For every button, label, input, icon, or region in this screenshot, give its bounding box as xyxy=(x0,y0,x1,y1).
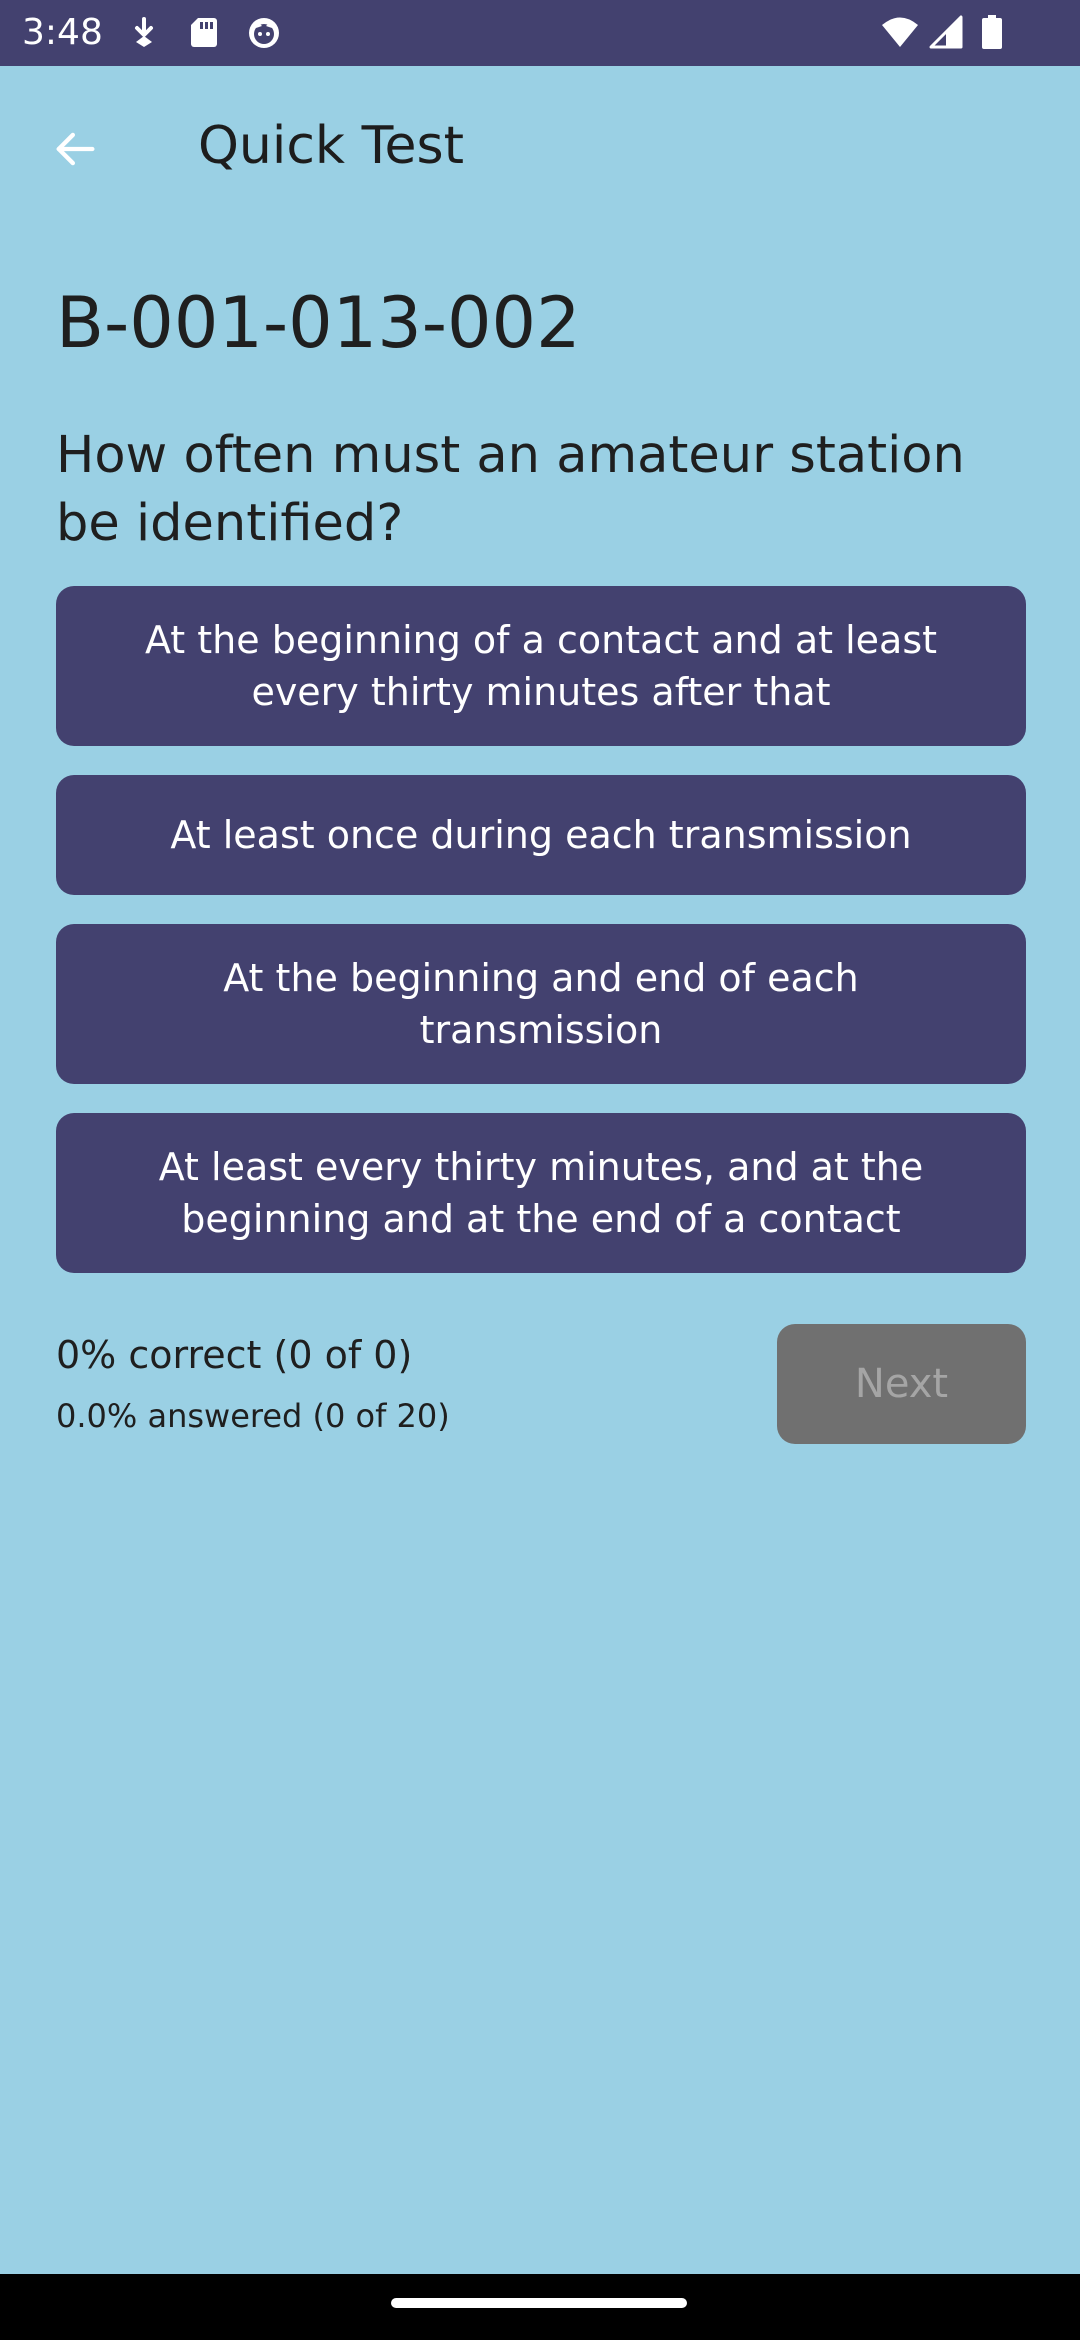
question-text: How often must an amateur station be ide… xyxy=(56,426,965,553)
battery-icon xyxy=(982,15,1002,49)
wifi-icon xyxy=(882,17,918,47)
app-bar: Quick Test xyxy=(0,66,1080,226)
correct-progress-text: 0% correct (0 of 0) xyxy=(56,1333,413,1377)
answer-button-1[interactable]: At the beginning of a contact and at lea… xyxy=(56,586,1026,746)
answered-progress-text: 0.0% answered (0 of 20) xyxy=(56,1397,450,1435)
question-id: B-001-013-002 xyxy=(56,282,581,364)
signal-icon xyxy=(929,15,963,49)
status-time: 3:48 xyxy=(22,12,103,53)
status-bar: 3:48 xyxy=(0,0,1080,66)
home-handle[interactable] xyxy=(391,2298,687,2308)
answer-list: At the beginning of a contact and at lea… xyxy=(56,586,1026,1302)
page-title: Quick Test xyxy=(198,116,464,176)
cat-face-icon xyxy=(249,18,279,48)
next-button[interactable]: Next xyxy=(777,1324,1026,1444)
download-icon xyxy=(135,17,153,47)
arrow-left-icon xyxy=(56,132,95,166)
back-button[interactable] xyxy=(34,108,116,190)
answer-button-3[interactable]: At the beginning and end of each transmi… xyxy=(56,924,1026,1084)
answer-button-2[interactable]: At least once during each transmission xyxy=(56,775,1026,895)
answer-button-4[interactable]: At least every thirty minutes, and at th… xyxy=(56,1113,1026,1273)
navigation-bar xyxy=(0,2274,1080,2340)
sd-card-icon xyxy=(191,18,217,47)
